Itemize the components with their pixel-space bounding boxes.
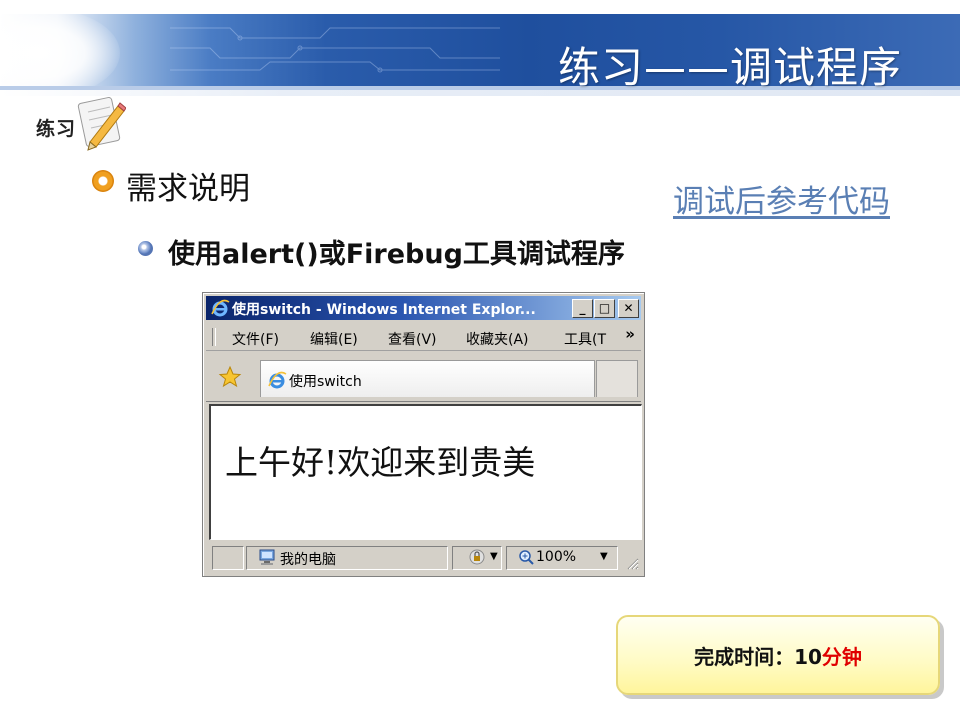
window-title: 使用switch - Windows Internet Explor... <box>232 302 536 318</box>
status-cell-zone <box>246 546 448 570</box>
ie-logo-icon <box>211 299 230 317</box>
zoom-magnifier-icon <box>519 550 534 565</box>
circuit-pattern <box>170 27 500 73</box>
completion-time-box: 完成时间：10分钟 <box>616 615 940 695</box>
window-titlebar[interactable]: 使用switch - Windows Internet Explor... _ … <box>206 296 641 320</box>
menu-view[interactable]: 查看(V) <box>388 329 437 349</box>
completion-time-text: 完成时间：10分钟 <box>618 641 938 670</box>
menu-tools[interactable]: 工具(T <box>564 329 606 349</box>
tab-title: 使用switch <box>289 374 362 390</box>
restore-button[interactable]: □ <box>594 299 615 318</box>
completion-time-unit: 分钟 <box>821 645 862 669</box>
completion-time-label: 完成时间：10 <box>694 645 822 669</box>
menu-edit[interactable]: 编辑(E) <box>310 329 358 349</box>
blue-dot-bullet-icon <box>138 241 153 256</box>
slide-title: 练习——调试程序 <box>557 43 902 92</box>
header-banner: 练习——调试程序 <box>0 0 960 110</box>
practice-badge: 练习 <box>30 92 126 156</box>
browser-tab[interactable]: 使用switch <box>260 360 595 397</box>
section-heading: 需求说明 <box>126 171 250 207</box>
protected-mode-dropdown-icon[interactable]: ▼ <box>490 551 498 562</box>
minimize-button[interactable]: _ <box>572 299 593 318</box>
ie-page-icon <box>268 371 287 389</box>
menu-file[interactable]: 文件(F) <box>232 329 279 349</box>
menu-grip <box>212 328 216 346</box>
my-computer-icon <box>259 549 275 565</box>
favorites-bar: 使用switch <box>206 355 641 402</box>
resize-grip-icon[interactable] <box>625 556 639 570</box>
sub-item-text: 使用alert()或Firebug工具调试程序 <box>168 239 625 270</box>
badge-label: 练习 <box>36 118 77 140</box>
menu-bar: 文件(F) 编辑(E) 查看(V) 收藏夹(A) 工具(T » <box>206 324 641 351</box>
orange-ring-bullet-icon <box>92 170 114 192</box>
reference-code-link[interactable]: 调试后参考代码 <box>673 176 890 221</box>
security-zone-label: 我的电脑 <box>280 552 336 568</box>
page-content: 上午好!欢迎来到贵美 <box>209 404 642 540</box>
close-button[interactable]: ✕ <box>618 299 639 318</box>
zoom-level: 100% <box>536 549 577 565</box>
status-cell-empty <box>212 546 244 570</box>
zoom-dropdown-icon[interactable]: ▼ <box>600 551 608 562</box>
protected-mode-icon <box>469 549 485 565</box>
menu-favorites[interactable]: 收藏夹(A) <box>466 329 529 349</box>
greeting-text: 上午好!欢迎来到贵美 <box>225 443 536 482</box>
menu-overflow-chevron-icon[interactable]: » <box>625 325 635 343</box>
browser-window: 使用switch - Windows Internet Explor... _ … <box>202 292 645 577</box>
new-tab-button[interactable] <box>596 360 638 397</box>
status-bar: 我的电脑 ▼ 100% ▼ <box>206 544 641 572</box>
favorites-star-icon[interactable] <box>218 365 242 389</box>
